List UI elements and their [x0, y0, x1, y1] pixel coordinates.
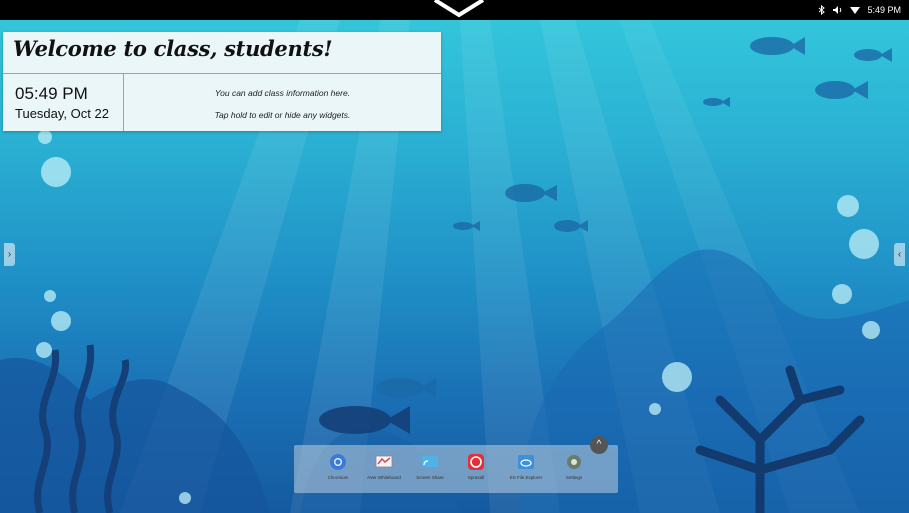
- volume-icon: [833, 6, 842, 14]
- dock-item-es-file-explorer[interactable]: ES File Explorer: [502, 453, 550, 480]
- status-time: 5:49 PM: [867, 5, 901, 15]
- widget-vertical-divider: [123, 74, 124, 131]
- right-drawer-tab[interactable]: ‹: [894, 243, 905, 266]
- clock-date: Tuesday, Oct 22: [15, 106, 109, 121]
- bluetooth-icon: [819, 5, 826, 15]
- whiteboard-icon: [375, 453, 393, 471]
- app-dock: Chromium AVer Whiteboard Screen Share Sp…: [294, 445, 618, 493]
- widget-divider: [3, 73, 441, 74]
- dock-label: ES File Explorer: [509, 475, 543, 480]
- dock-label: Chromium: [327, 475, 349, 480]
- wifi-icon: [850, 6, 861, 14]
- info-line-1: You can add class information here.: [214, 88, 351, 98]
- dock-item-sprasall[interactable]: Sprasall: [452, 453, 500, 480]
- settings-icon: [565, 453, 583, 471]
- clock-time: 05:49 PM: [15, 84, 88, 103]
- chromium-icon: [329, 453, 347, 471]
- left-drawer-tab[interactable]: ›: [4, 243, 15, 266]
- chevron-down-icon[interactable]: [429, 0, 489, 20]
- dock-item-screen-share[interactable]: Screen Share: [406, 453, 454, 480]
- dock-item-settings[interactable]: Settings: [550, 453, 598, 480]
- class-info-widget[interactable]: Welcome to class, students! 05:49 PM Tue…: [3, 32, 441, 131]
- dock-label: Screen Share: [416, 475, 444, 480]
- dock-label: AVer Whiteboard: [367, 475, 401, 480]
- dock-item-chromium[interactable]: Chromium: [314, 453, 362, 480]
- dock-label: Sprasall: [467, 475, 485, 480]
- screen-share-icon: [421, 453, 439, 471]
- info-line-2: Tap hold to edit or hide any widgets.: [214, 110, 351, 120]
- sprasall-icon: [467, 453, 485, 471]
- dock-item-whiteboard[interactable]: AVer Whiteboard: [360, 453, 408, 480]
- dock-expand-button[interactable]: ^: [590, 436, 608, 454]
- dock-label: Settings: [565, 475, 583, 480]
- status-icons: 5:49 PM: [818, 3, 901, 17]
- file-explorer-icon: [517, 453, 535, 471]
- widget-title: Welcome to class, students!: [13, 36, 333, 61]
